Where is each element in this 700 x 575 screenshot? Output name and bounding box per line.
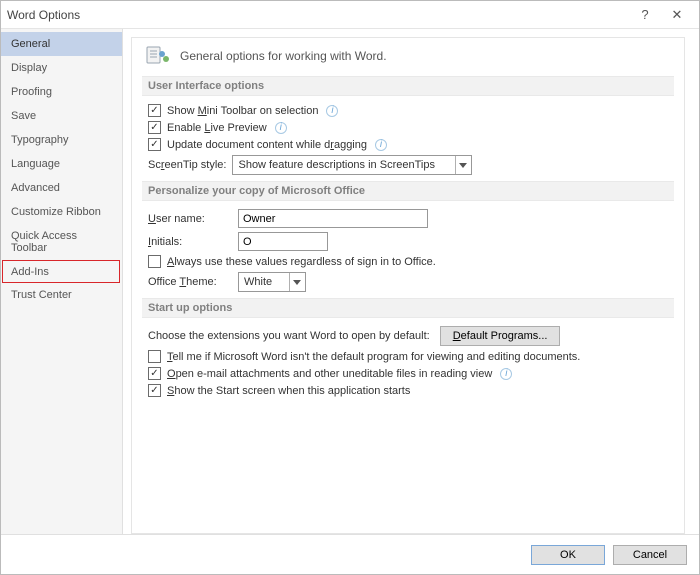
sidebar-item-advanced[interactable]: Advanced xyxy=(1,176,122,200)
help-button[interactable]: ? xyxy=(629,1,661,28)
info-icon[interactable]: i xyxy=(275,122,287,134)
input-username[interactable] xyxy=(238,209,428,228)
general-options-icon xyxy=(144,44,172,68)
section-personalize: Personalize your copy of Microsoft Offic… xyxy=(142,181,674,201)
sidebar-item-quick-access[interactable]: Quick Access Toolbar xyxy=(1,224,122,260)
page-heading: General options for working with Word. xyxy=(180,49,387,63)
sidebar-item-add-ins[interactable]: Add-Ins xyxy=(2,260,120,283)
label-tell-default: Tell me if Microsoft Word isn't the defa… xyxy=(167,351,580,363)
checkbox-open-email-reading[interactable] xyxy=(148,367,161,380)
sidebar-item-general[interactable]: General xyxy=(1,32,122,56)
info-icon[interactable]: i xyxy=(500,368,512,380)
options-sidebar: General Display Proofing Save Typography… xyxy=(1,29,123,534)
label-office-theme: Office Theme: xyxy=(148,276,232,288)
checkbox-mini-toolbar[interactable] xyxy=(148,104,161,117)
sidebar-item-typography[interactable]: Typography xyxy=(1,128,122,152)
sidebar-item-language[interactable]: Language xyxy=(1,152,122,176)
label-mini-toolbar: Show Mini Toolbar on selection xyxy=(167,105,318,117)
word-options-dialog: Word Options ? ✕ General Display Proofin… xyxy=(0,0,700,575)
chevron-down-icon xyxy=(289,273,305,291)
section-startup: Start up options xyxy=(142,298,674,318)
close-icon: ✕ xyxy=(672,7,683,23)
select-screentip-style[interactable]: Show feature descriptions in ScreenTips xyxy=(232,155,472,175)
label-always-use-values: Always use these values regardless of si… xyxy=(167,256,436,268)
sidebar-item-customize-ribbon[interactable]: Customize Ribbon xyxy=(1,200,122,224)
info-icon[interactable]: i xyxy=(375,139,387,151)
checkbox-start-screen[interactable] xyxy=(148,384,161,397)
checkbox-tell-default[interactable] xyxy=(148,350,161,363)
input-initials[interactable] xyxy=(238,232,328,251)
label-username: User name: xyxy=(148,213,232,225)
label-choose-extensions: Choose the extensions you want Word to o… xyxy=(148,330,430,342)
default-programs-button[interactable]: Default Programs... xyxy=(440,326,561,346)
info-icon[interactable]: i xyxy=(326,105,338,117)
sidebar-item-proofing[interactable]: Proofing xyxy=(1,80,122,104)
checkbox-live-preview[interactable] xyxy=(148,121,161,134)
window-title: Word Options xyxy=(7,8,80,22)
sidebar-item-trust-center[interactable]: Trust Center xyxy=(1,283,122,307)
dialog-footer: OK Cancel xyxy=(1,534,699,574)
select-office-theme[interactable]: White xyxy=(238,272,306,292)
sidebar-item-display[interactable]: Display xyxy=(1,56,122,80)
close-button[interactable]: ✕ xyxy=(661,1,693,28)
checkbox-always-use-values[interactable] xyxy=(148,255,161,268)
label-update-dragging: Update document content while dragging xyxy=(167,139,367,151)
label-screentip-style: ScreenTip style: xyxy=(148,159,226,171)
label-live-preview: Enable Live Preview xyxy=(167,122,267,134)
label-initials: Initials: xyxy=(148,236,232,248)
chevron-down-icon xyxy=(455,156,471,174)
checkbox-update-dragging[interactable] xyxy=(148,138,161,151)
titlebar: Word Options ? ✕ xyxy=(1,1,699,29)
section-ui-options: User Interface options xyxy=(142,76,674,96)
ok-button[interactable]: OK xyxy=(531,545,605,565)
options-content: General options for working with Word. U… xyxy=(131,37,685,534)
label-start-screen: Show the Start screen when this applicat… xyxy=(167,385,410,397)
sidebar-item-save[interactable]: Save xyxy=(1,104,122,128)
label-open-email-reading: Open e-mail attachments and other unedit… xyxy=(167,368,492,380)
cancel-button[interactable]: Cancel xyxy=(613,545,687,565)
